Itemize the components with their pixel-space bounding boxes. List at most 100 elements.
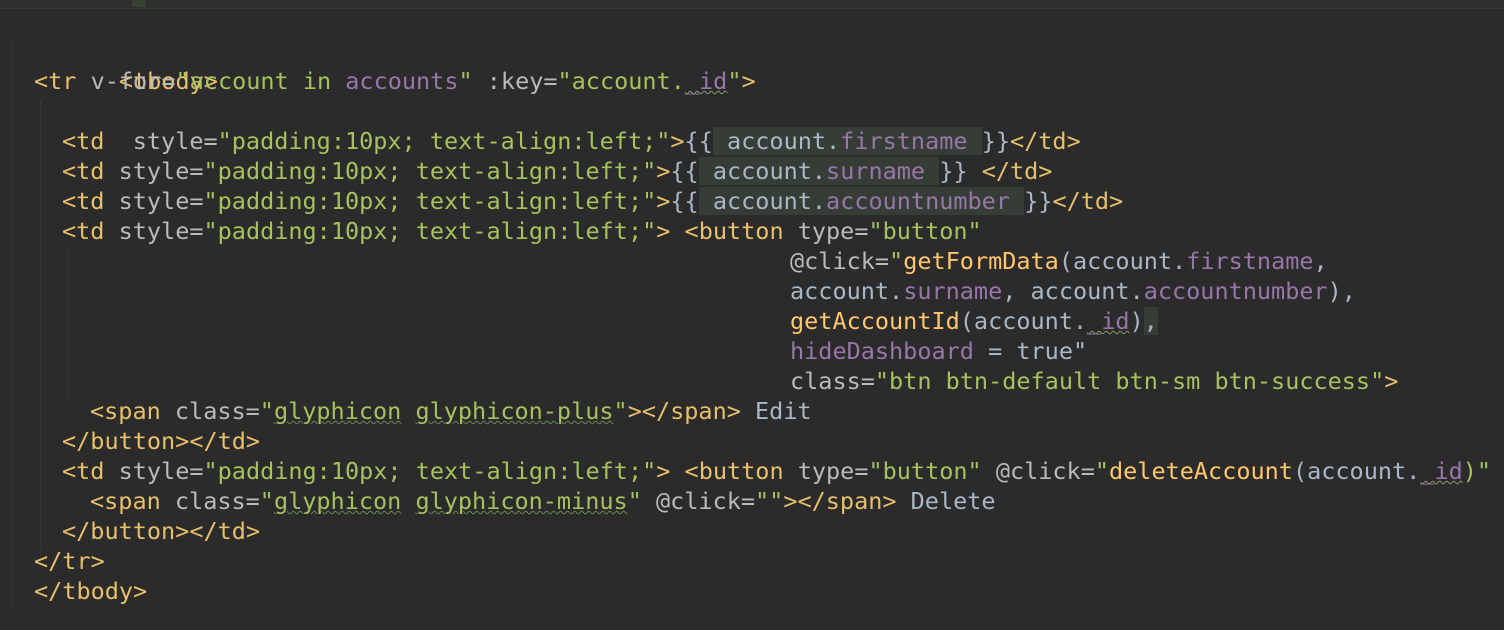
token-property: hideDashboard bbox=[790, 337, 974, 365]
token-string bbox=[401, 487, 415, 515]
token-text: , bbox=[1313, 247, 1328, 275]
token-text: (account. bbox=[959, 307, 1088, 335]
code-line-14: <td style="padding:10px; text-align:left… bbox=[62, 456, 1504, 486]
token-attr: style= bbox=[104, 217, 204, 245]
token-tag: > bbox=[656, 217, 671, 245]
code-line-16: </button></td> bbox=[62, 516, 260, 546]
token-attr: @click= bbox=[981, 457, 1095, 485]
token-string: "button" bbox=[868, 457, 982, 485]
token-attr: type= bbox=[783, 457, 869, 485]
token-string: "padding:10px; text-align:left;" bbox=[203, 187, 657, 215]
token-string: )" bbox=[1462, 457, 1492, 485]
mustache-expression: account.firstname bbox=[712, 127, 982, 155]
code-line-12: <span class="glyphicon glyphicon-plus"><… bbox=[90, 396, 812, 426]
token-tag: </tr> bbox=[34, 547, 105, 575]
token-attr: class= bbox=[160, 487, 260, 515]
code-line-9: getAccountId(account._id), bbox=[790, 306, 1158, 336]
code-line-17: </tr> bbox=[34, 546, 105, 576]
token-string: glyphicon-minus bbox=[415, 487, 628, 515]
token-string: glyphicon bbox=[273, 397, 402, 425]
token-mustache: {{ bbox=[670, 187, 699, 215]
token-string: "btn btn-default btn-sm btn-success" bbox=[874, 367, 1385, 395]
code-line-2: <tr v-for="account in accounts" :key="ac… bbox=[34, 66, 756, 96]
token-string: "" bbox=[755, 487, 784, 515]
token-string: "button" bbox=[868, 217, 982, 245]
token-attr: style= bbox=[104, 457, 204, 485]
token-tag: > bbox=[656, 187, 671, 215]
code-line-1: <tbody> bbox=[34, 36, 218, 95]
token-text: ), bbox=[1327, 277, 1356, 305]
token-text: Delete bbox=[896, 487, 996, 515]
indent-guide bbox=[68, 250, 69, 400]
code-line-3: <td style="padding:10px; text-align:left… bbox=[62, 126, 1081, 156]
token-property: firstname bbox=[1186, 247, 1314, 275]
token-string: "padding:10px; text-align:left;" bbox=[203, 157, 657, 185]
token-tag: <button bbox=[670, 217, 784, 245]
code-editor[interactable]: <tbody> <tr v-for="account in accounts" … bbox=[0, 0, 1504, 630]
token-string: " bbox=[1094, 457, 1110, 485]
token-property: _id bbox=[1087, 307, 1130, 335]
token-tag: > bbox=[1384, 367, 1399, 395]
code-line-10: hideDashboard = true" bbox=[790, 336, 1087, 366]
code-line-13: </button></td> bbox=[62, 426, 260, 456]
token-mustache: {{ bbox=[670, 157, 699, 185]
token-text: ) bbox=[1129, 307, 1144, 335]
token-tag: </td> bbox=[967, 157, 1053, 185]
token-string bbox=[401, 397, 415, 425]
token-string: " bbox=[627, 487, 642, 515]
token-text: (account. bbox=[1292, 457, 1421, 485]
token-attr: class= bbox=[160, 397, 260, 425]
indent-guide bbox=[12, 40, 13, 605]
token-tag: ></span> bbox=[783, 487, 897, 515]
token-text: , bbox=[1143, 307, 1158, 335]
token-tag: > bbox=[741, 67, 756, 95]
token-string: glyphicon bbox=[273, 487, 402, 515]
token-string: " bbox=[889, 247, 904, 275]
code-line-4: <td style="padding:10px; text-align:left… bbox=[62, 156, 1052, 186]
token-tag: <button bbox=[670, 457, 784, 485]
token-string: " bbox=[727, 67, 742, 95]
indent-guide bbox=[40, 100, 41, 550]
token-tag: </tbody> bbox=[34, 577, 148, 605]
token-text: , account. bbox=[1002, 277, 1144, 305]
token-tag: </td> bbox=[1052, 187, 1124, 215]
token-attr: type= bbox=[783, 217, 869, 245]
code-line-15: <span class="glyphicon glyphicon-minus" … bbox=[90, 486, 996, 516]
token-string: " bbox=[259, 397, 274, 425]
code-line-18: </tbody> bbox=[34, 576, 147, 606]
code-line-5: <td style="padding:10px; text-align:left… bbox=[62, 186, 1123, 216]
token-string: "padding:10px; text-align:left;" bbox=[203, 457, 657, 485]
token-tag: <span bbox=[90, 487, 161, 515]
token-attr: style= bbox=[104, 157, 204, 185]
token-tag: <td bbox=[62, 127, 105, 155]
token-property: _id bbox=[684, 67, 728, 95]
token-tag: ></span> bbox=[627, 397, 741, 425]
token-text: account. bbox=[790, 277, 904, 305]
token-mustache: {{ bbox=[684, 127, 713, 155]
code-line-6: <td style="padding:10px; text-align:left… bbox=[62, 216, 982, 246]
code-line-11: class="btn btn-default btn-sm btn-succes… bbox=[790, 366, 1398, 396]
token-tag: > bbox=[670, 127, 685, 155]
token-string: " bbox=[259, 487, 274, 515]
code-line-7: @click="getFormData(account.firstname, bbox=[790, 246, 1328, 276]
token-property: accounts bbox=[345, 67, 459, 95]
previous-line-fragment bbox=[0, 0, 1504, 9]
token-attr: c bbox=[1491, 457, 1504, 485]
token-string: "padding:10px; text-align:left;" bbox=[217, 127, 671, 155]
token-attr: v-for= bbox=[76, 67, 176, 95]
mustache-expression: account.surname bbox=[698, 157, 940, 185]
token-property: surname bbox=[903, 277, 1003, 305]
token-string: " bbox=[613, 397, 628, 425]
token-function: getAccountId bbox=[790, 307, 960, 335]
token-function: getFormData bbox=[903, 247, 1059, 275]
token-tag: <tr bbox=[34, 67, 77, 95]
token-string: " bbox=[458, 67, 473, 95]
token-tag: </button></td> bbox=[62, 427, 261, 455]
token-string: "account. bbox=[557, 67, 685, 95]
token-string: "padding:10px; text-align:left;" bbox=[203, 217, 657, 245]
token-attr: class= bbox=[790, 367, 875, 395]
token-mustache: }} bbox=[939, 157, 968, 185]
token-property: _id bbox=[1420, 457, 1463, 485]
token-attr: @click= bbox=[790, 247, 890, 275]
token-tag: </td> bbox=[1009, 127, 1081, 155]
